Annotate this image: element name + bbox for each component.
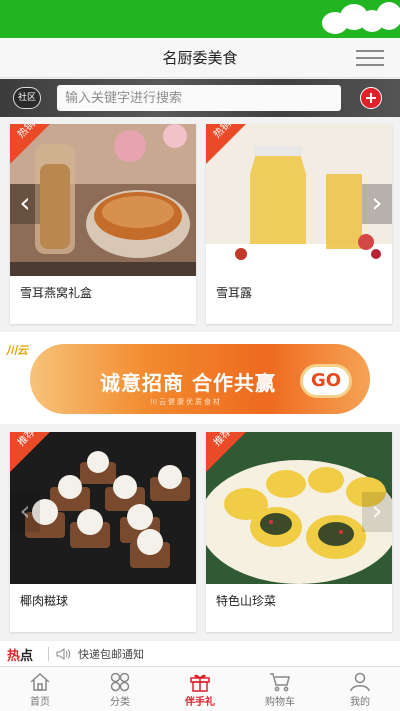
- tab-gift[interactable]: 伴手礼: [160, 667, 240, 711]
- product-image: 推荐 ‹: [10, 432, 196, 584]
- recommend-badge: 推荐: [206, 432, 252, 478]
- next-arrow-icon[interactable]: ›: [362, 184, 392, 224]
- tab-label: 购物车: [265, 697, 295, 708]
- category-icon: [110, 672, 130, 692]
- news-ticker: 热点 快递包邮通知: [0, 640, 400, 666]
- hot-news-label: 热点: [7, 649, 34, 664]
- add-icon[interactable]: [360, 87, 382, 109]
- page-title: 名厨委美食: [162, 49, 238, 67]
- community-button[interactable]: 社区: [13, 87, 41, 109]
- product-card[interactable]: 推荐 › 特色山珍菜: [206, 432, 392, 632]
- speaker-icon: [56, 648, 71, 660]
- news-item[interactable]: 快递包邮通知: [78, 646, 144, 662]
- prev-arrow-icon[interactable]: ‹: [10, 492, 40, 532]
- banner-logo: 川云: [6, 344, 28, 357]
- tab-label: 分类: [110, 697, 130, 708]
- tab-label: 首页: [30, 697, 50, 708]
- hot-badge: 热销: [206, 124, 252, 170]
- tab-cart[interactable]: 购物车: [240, 667, 320, 711]
- product-image: 推荐 ›: [206, 432, 392, 584]
- recommend-badge: 推荐: [10, 432, 56, 478]
- cloud-decoration: [376, 2, 400, 30]
- product-name: 椰肉糍球: [20, 594, 69, 608]
- home-icon: [30, 672, 50, 691]
- product-name: 特色山珍菜: [216, 594, 277, 608]
- user-icon: [350, 672, 370, 692]
- divider: [48, 647, 49, 661]
- status-bar: [0, 0, 400, 38]
- search-input[interactable]: [57, 85, 341, 111]
- banner-slogan: 诚意招商 合作共赢: [100, 371, 276, 395]
- product-card[interactable]: 热销 ‹ 雪耳燕窝礼盒: [10, 124, 196, 324]
- next-arrow-icon[interactable]: ›: [362, 492, 392, 532]
- bottom-tab-bar: 首页 分类 伴手礼 购物车 我的: [0, 666, 400, 711]
- tab-profile[interactable]: 我的: [320, 667, 400, 711]
- title-bar: 名厨委美食: [0, 38, 400, 78]
- search-bar: 社区: [0, 79, 400, 117]
- hot-badge: 热销: [10, 124, 56, 170]
- tab-home[interactable]: 首页: [0, 667, 80, 711]
- product-image: 热销 ‹: [10, 124, 196, 276]
- gift-icon: [190, 674, 210, 692]
- product-image: 热销 ›: [206, 124, 392, 276]
- product-card[interactable]: 推荐 ‹ 椰肉糍球: [10, 432, 196, 632]
- product-card[interactable]: 热销 › 雪耳露: [206, 124, 392, 324]
- banner-subtitle: 川云健康优质食材: [150, 398, 222, 406]
- menu-icon[interactable]: [356, 50, 384, 66]
- product-name: 雪耳露: [216, 286, 253, 300]
- tab-label: 伴手礼: [185, 697, 215, 708]
- product-name: 雪耳燕窝礼盒: [20, 286, 93, 300]
- tab-category[interactable]: 分类: [80, 667, 160, 711]
- go-button[interactable]: GO: [300, 364, 352, 398]
- tab-label: 我的: [350, 697, 370, 708]
- cart-icon: [270, 673, 290, 692]
- prev-arrow-icon[interactable]: ‹: [10, 184, 40, 224]
